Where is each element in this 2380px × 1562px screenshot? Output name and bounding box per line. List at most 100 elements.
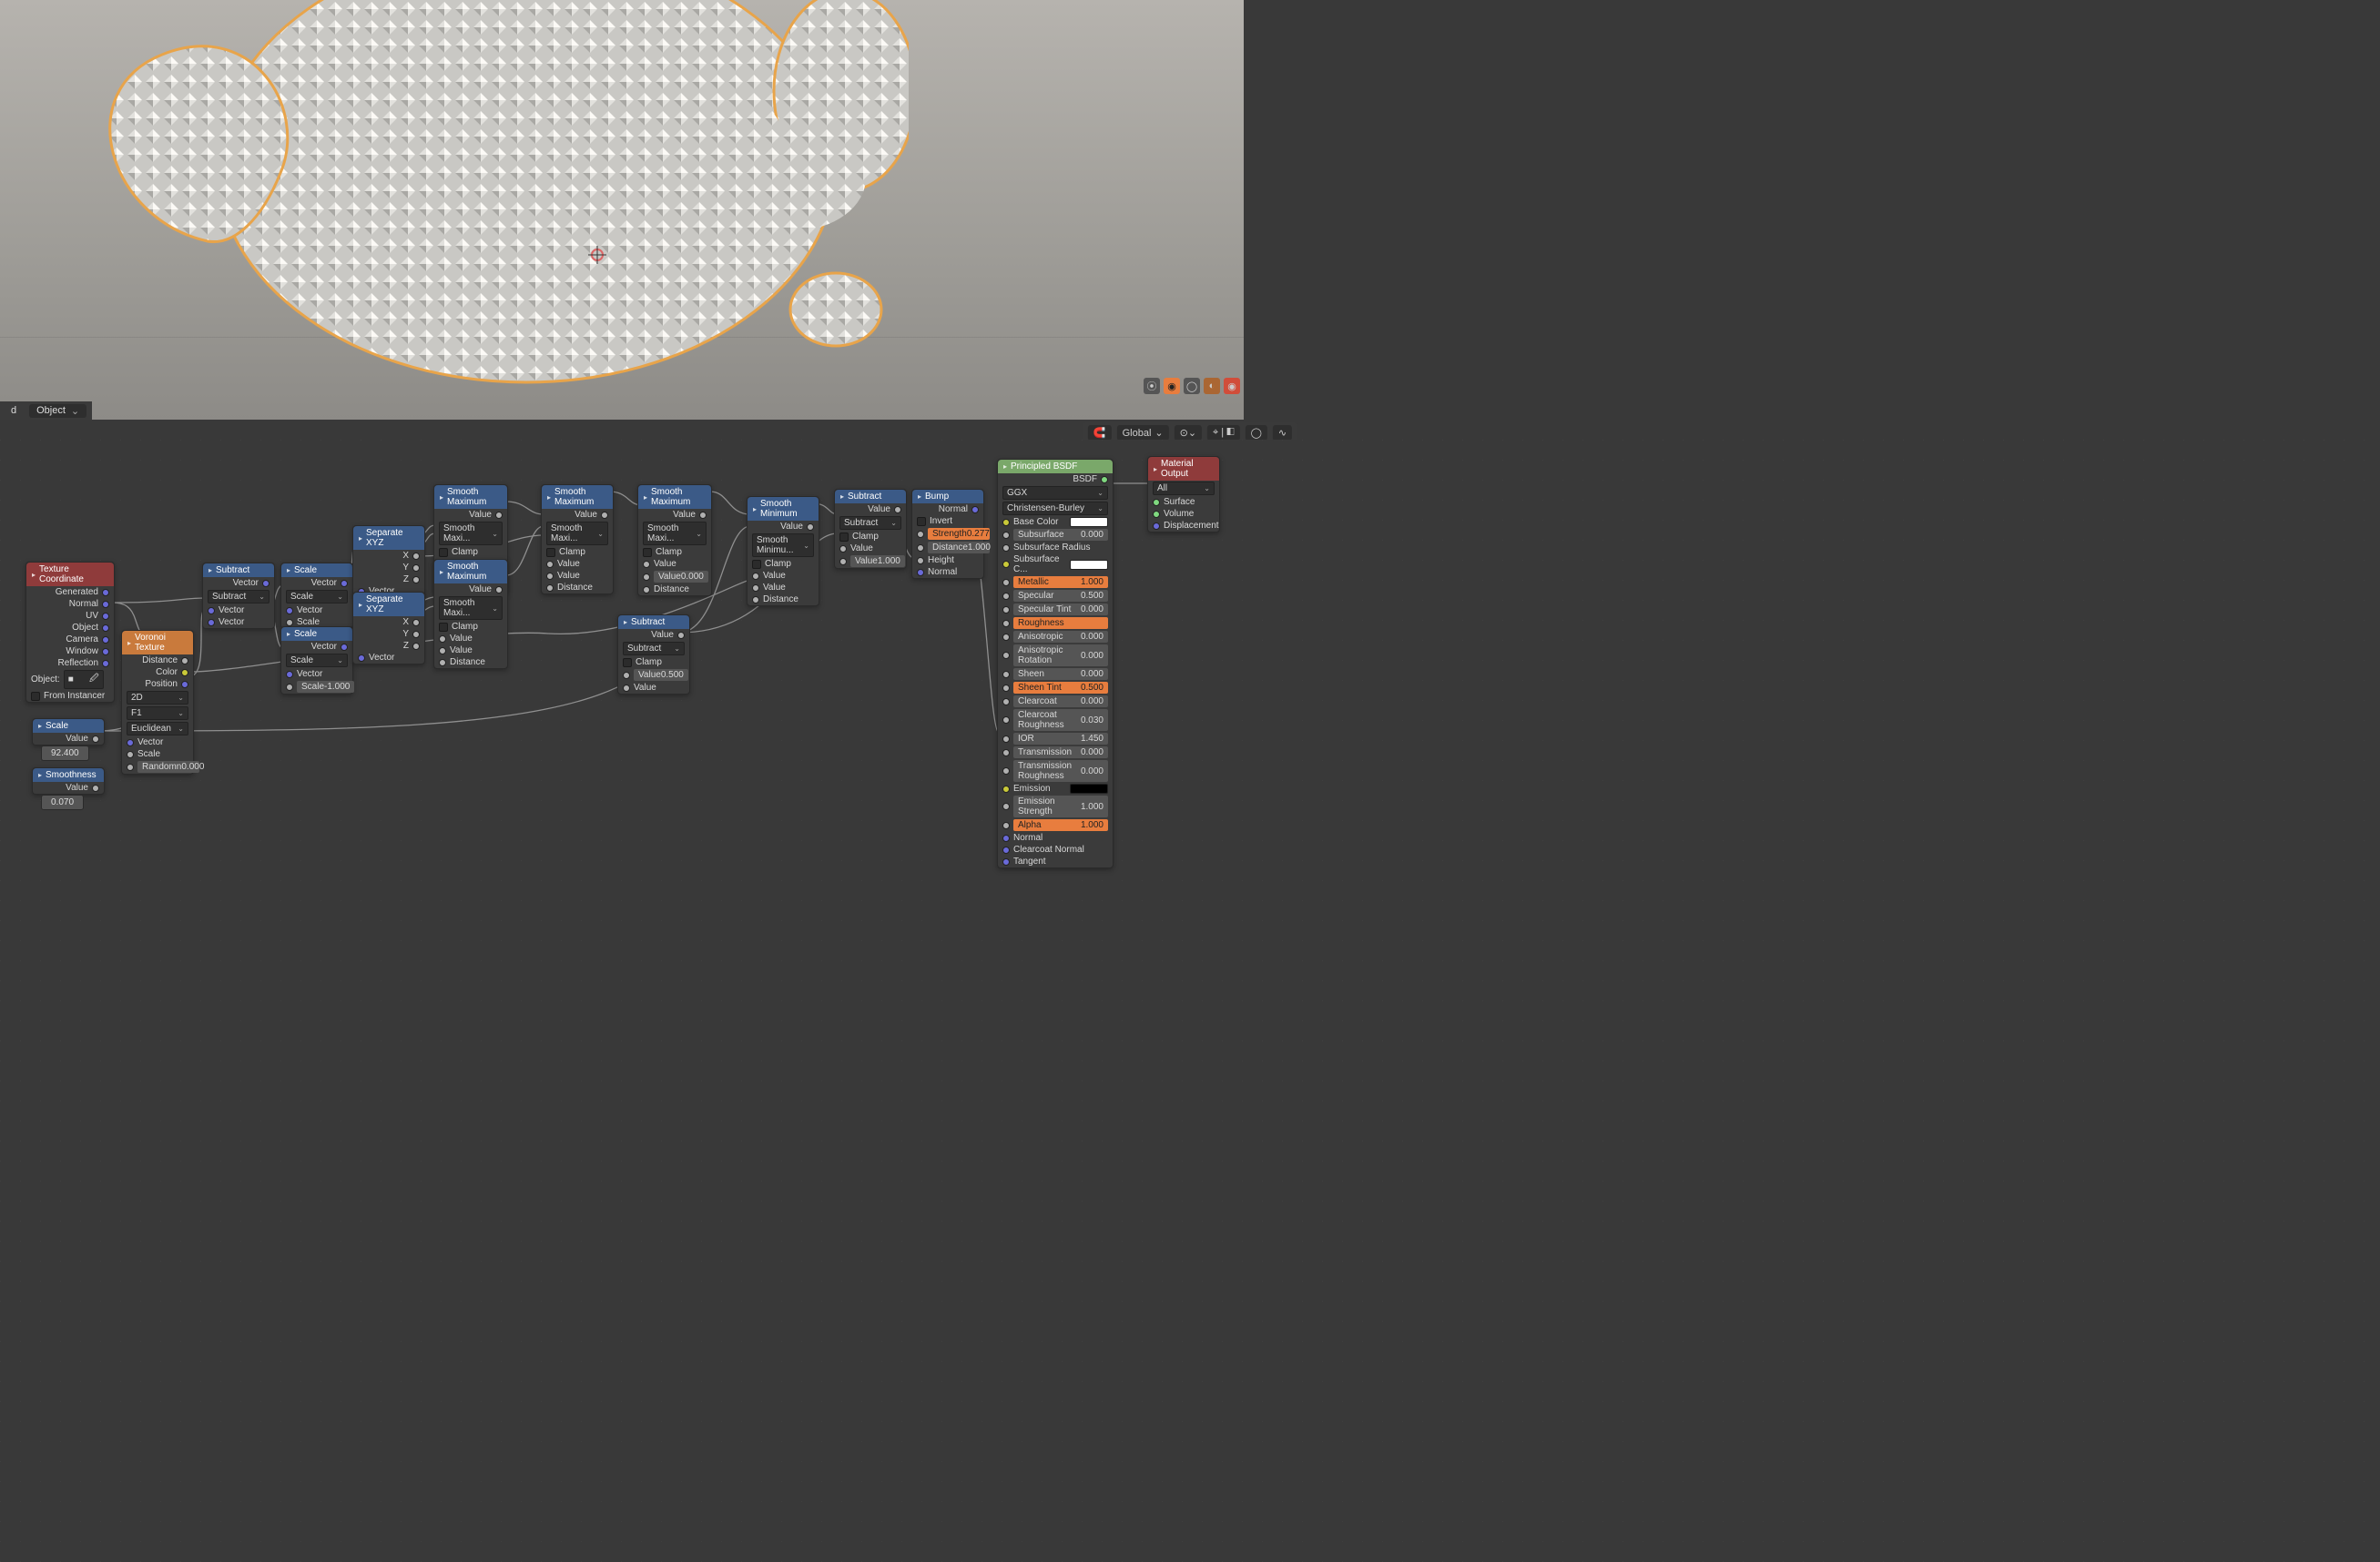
target-select[interactable]: All⌄ [1148,481,1219,496]
out-distance[interactable]: Distance [122,654,193,666]
node-header[interactable]: Smooth Minimum [748,497,819,521]
viewport-3d[interactable]: d Object ⌄ ⦿ ◉ ◯ ◐ ◉ [0,0,1244,420]
snap-magnet-icon[interactable]: 🧲 [1088,425,1112,441]
node-header[interactable]: Scale [281,627,352,641]
op-select[interactable]: Smooth Maxi...⌄ [434,595,507,621]
clamp-checkbox[interactable]: Clamp [835,531,906,543]
node-scale-vector-1[interactable]: Scale Vector Scale⌄ Vector Scale [280,563,353,629]
node-header[interactable]: Smoothness [33,768,104,782]
shading-wire-icon[interactable]: ◯ [1184,378,1200,394]
voronoi-feature[interactable]: F1⌄ [122,705,193,721]
node-header[interactable]: Smooth Maximum [434,560,507,583]
in-vector[interactable]: Vector [122,736,193,748]
node-separate-xyz-1[interactable]: Separate XYZ X Y Z Vector [352,525,425,598]
principled-row[interactable]: Emission Strength1.000 [998,795,1113,818]
invert-checkbox[interactable]: Invert [912,515,983,527]
node-header[interactable]: Material Output [1148,457,1219,481]
node-header[interactable]: Bump [912,490,983,503]
node-principled-bsdf[interactable]: Principled BSDF BSDF GGX⌄ Christensen-Bu… [997,459,1114,868]
out-vector[interactable]: Vector [281,641,352,653]
scale-value-field[interactable]: 92.400 [41,746,89,761]
principled-row[interactable]: Specular Tint0.000 [998,603,1113,616]
node-bump[interactable]: Bump Normal Invert Strength0.277 Distanc… [911,489,984,579]
op-select[interactable]: Smooth Maxi...⌄ [542,521,613,546]
node-header[interactable]: Scale [33,719,104,733]
principled-row[interactable]: Emission [998,783,1113,795]
clamp-checkbox[interactable]: Clamp [618,656,689,668]
in-vector[interactable]: Vector [281,604,352,616]
op-select[interactable]: Smooth Minimu...⌄ [748,532,819,558]
node-header[interactable]: Subtract [618,615,689,629]
voronoi-dim[interactable]: 2D⌄ [122,690,193,705]
op-select[interactable]: Scale⌄ [281,589,352,604]
principled-row[interactable]: Subsurface Radius [998,542,1113,553]
pivot-dropdown[interactable]: ⊙⌄ [1175,425,1202,441]
node-subtract-vector[interactable]: Subtract Vector Subtract⌄ Vector Vector [202,563,275,629]
out-value[interactable]: Value [33,782,104,794]
out-camera[interactable]: Camera [26,634,114,645]
node-header[interactable]: Subtract [835,490,906,503]
principled-row[interactable]: Clearcoat Roughness0.030 [998,708,1113,732]
node-smooth-max-4[interactable]: Smooth Maximum Value Smooth Maxi...⌄ Cla… [637,484,712,596]
principled-row[interactable]: Subsurface0.000 [998,528,1113,542]
overlay-toggle-icon[interactable]: ⦿ [1144,378,1160,394]
node-smooth-max-2[interactable]: Smooth Maximum Value Smooth Maxi...⌄ Cla… [433,559,508,669]
shading-solid-icon[interactable]: ◉ [1164,378,1180,394]
shader-node-editor[interactable]: Texture Coordinate Generated Normal UV O… [0,440,2380,1562]
node-scale-input[interactable]: Scale Value [32,718,105,746]
out-value[interactable]: Value [33,733,104,745]
out-window[interactable]: Window [26,645,114,657]
principled-row[interactable]: IOR1.450 [998,732,1113,746]
out-generated[interactable]: Generated [26,586,114,598]
shading-material-icon[interactable]: ◐ [1204,378,1220,394]
node-smooth-minimum[interactable]: Smooth Minimum Value Smooth Minimu...⌄ C… [747,496,819,606]
node-header[interactable]: Smooth Maximum [542,485,613,509]
node-header[interactable]: Texture Coordinate [26,563,114,586]
from-instancer-checkbox[interactable]: From Instancer [26,690,114,702]
out-reflection[interactable]: Reflection [26,657,114,669]
principled-row[interactable]: Base Color [998,516,1113,528]
op-select[interactable]: Smooth Maxi...⌄ [434,521,507,546]
in-vector-b[interactable]: Vector [203,616,274,628]
in-scale-const[interactable]: Scale-1.000 [281,680,352,694]
node-header[interactable]: Principled BSDF [998,460,1113,473]
node-smooth-max-3[interactable]: Smooth Maximum Value Smooth Maxi...⌄ Cla… [541,484,614,594]
dist-select[interactable]: GGX⌄ [998,485,1113,501]
voronoi-metric[interactable]: Euclidean⌄ [122,721,193,736]
principled-row[interactable]: Transmission0.000 [998,746,1113,759]
op-select[interactable]: Scale⌄ [281,653,352,668]
principled-row[interactable]: Sheen0.000 [998,667,1113,681]
node-material-output[interactable]: Material Output All⌄ Surface Volume Disp… [1147,456,1220,532]
node-header[interactable]: Separate XYZ [353,526,424,550]
principled-row[interactable]: Sheen Tint0.500 [998,681,1113,695]
node-header[interactable]: Smooth Maximum [638,485,711,509]
in-vector[interactable]: Vector [353,652,424,664]
node-header[interactable]: Scale [281,563,352,577]
object-picker[interactable]: Object:■🖉 [26,669,114,690]
clamp-checkbox[interactable]: Clamp [434,546,507,558]
transform-space-dropdown[interactable]: Global ⌄ [1117,425,1169,441]
op-select[interactable]: Smooth Maxi...⌄ [638,521,711,546]
principled-row[interactable]: Subsurface C... [998,553,1113,575]
curve-icon[interactable]: ∿ [1273,425,1292,441]
principled-row[interactable]: Anisotropic0.000 [998,630,1113,644]
out-object[interactable]: Object [26,622,114,634]
in-vector-a[interactable]: Vector [203,604,274,616]
in-randomness[interactable]: Randomn0.000 [122,760,193,774]
principled-row[interactable]: Alpha1.000 [998,818,1113,832]
out-color[interactable]: Color [122,666,193,678]
sss-select[interactable]: Christensen-Burley⌄ [998,501,1113,516]
node-separate-xyz-2[interactable]: Separate XYZ X Y Z Vector [352,592,425,664]
snap-options[interactable]: ⌖ | ◧ [1207,425,1240,441]
principled-row[interactable]: Roughness [998,616,1113,630]
proportional-edit-icon[interactable]: ◯ [1246,425,1267,441]
out-uv[interactable]: UV [26,610,114,622]
clamp-checkbox[interactable]: Clamp [748,558,819,570]
principled-row[interactable]: Transmission Roughness0.000 [998,759,1113,783]
op-select[interactable]: Subtract⌄ [618,641,689,656]
in-vector[interactable]: Vector [281,668,352,680]
op-select[interactable]: Subtract⌄ [835,515,906,531]
node-smoothness-input[interactable]: Smoothness Value [32,767,105,795]
principled-row[interactable]: Metallic1.000 [998,575,1113,589]
clamp-checkbox[interactable]: Clamp [638,546,711,558]
